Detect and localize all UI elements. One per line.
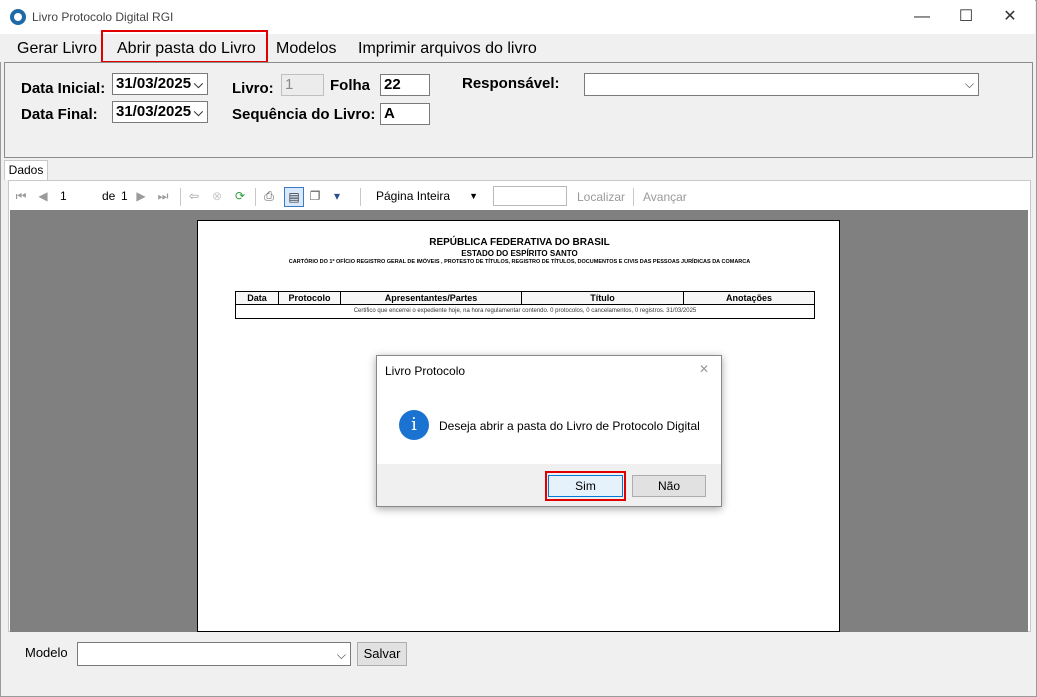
back-icon[interactable]: ⇦: [187, 189, 201, 203]
search-input[interactable]: [493, 186, 567, 206]
livro-label: Livro:: [232, 80, 274, 97]
dialog-title: Livro Protocolo: [385, 364, 466, 378]
page-number-input[interactable]: 1: [60, 189, 67, 203]
page-of-label: de: [102, 189, 116, 203]
next-button[interactable]: Avançar: [643, 190, 687, 204]
menu-gerar-livro[interactable]: Gerar Livro: [17, 38, 97, 60]
maximize-button[interactable]: ☐: [944, 4, 988, 30]
folha-field[interactable]: 22: [380, 74, 430, 96]
close-button[interactable]: ✕: [988, 4, 1032, 30]
yes-button[interactable]: Sim: [548, 475, 623, 497]
chevron-down-icon: ⌵: [336, 648, 346, 662]
report-table: Data Protocolo Apresentantes/Partes Títu…: [235, 291, 815, 319]
data-final-label: Data Final:: [21, 106, 98, 123]
folha-label: Folha: [330, 77, 370, 94]
certification-row: Certifico que encerrei o expediente hoje…: [353, 308, 697, 314]
page-setup-icon[interactable]: ❐: [308, 189, 322, 203]
zoom-value: Página Inteira: [376, 189, 451, 203]
table-header: Apresentantes/Partes: [341, 292, 522, 305]
first-page-icon[interactable]: ⏮: [14, 189, 28, 203]
table-header: Data: [236, 292, 279, 305]
data-inicial-label: Data Inicial:: [21, 80, 106, 97]
chevron-down-icon: ▼: [469, 191, 478, 201]
sequencia-field[interactable]: A: [380, 103, 430, 125]
toolbar-separator: [360, 188, 361, 206]
report-title: REPÚBLICA FEDERATIVA DO BRASIL: [429, 237, 610, 248]
table-header: Anotações: [684, 292, 814, 305]
stop-icon[interactable]: ⊗: [210, 189, 224, 203]
data-final-picker[interactable]: 31/03/2025 ⌵: [112, 101, 208, 123]
modelo-label: Modelo: [25, 645, 68, 660]
toolbar-separator: [255, 188, 256, 206]
data-final-value: 31/03/2025: [116, 103, 192, 120]
toolbar-separator: [633, 188, 634, 206]
report-state: ESTADO DO ESPÍRITO SANTO: [461, 249, 578, 258]
next-page-icon[interactable]: ▶: [134, 189, 148, 203]
responsavel-label: Responsável:: [462, 75, 560, 92]
dialog-message: Deseja abrir a pasta do Livro de Protoco…: [439, 419, 700, 433]
chevron-down-icon: ⌵: [964, 77, 974, 91]
data-inicial-picker[interactable]: 31/03/2025 ⌵: [112, 73, 208, 95]
last-page-icon[interactable]: ⏭: [156, 189, 170, 203]
highlight-box: [101, 30, 268, 63]
chevron-down-icon: ⌵: [193, 105, 203, 119]
prev-page-icon[interactable]: ◀: [36, 189, 50, 203]
sequencia-label: Sequência do Livro:: [232, 106, 376, 123]
chevron-down-icon: ⌵: [193, 77, 203, 91]
app-logo-icon: [10, 9, 26, 25]
report-office: CARTÓRIO DO 1º OFÍCIO REGISTRO GERAL DE …: [288, 259, 751, 265]
zoom-select[interactable]: Página Inteira ▼: [370, 186, 482, 206]
minimize-button[interactable]: —: [900, 4, 944, 30]
responsavel-select[interactable]: ⌵: [584, 73, 979, 96]
info-icon: i: [399, 410, 429, 440]
find-button[interactable]: Localizar: [577, 190, 625, 204]
dialog-close-icon[interactable]: ✕: [699, 362, 709, 376]
save-button[interactable]: Salvar: [357, 642, 407, 666]
menu-modelos[interactable]: Modelos: [276, 38, 336, 60]
total-pages: 1: [121, 189, 128, 203]
modelo-select[interactable]: ⌵: [77, 642, 351, 666]
print-layout-icon[interactable]: ▤: [284, 187, 304, 207]
menu-imprimir-arquivos[interactable]: Imprimir arquivos do livro: [358, 38, 537, 60]
no-button[interactable]: Não: [632, 475, 706, 497]
tab-dados[interactable]: Dados: [4, 160, 48, 180]
toolbar-separator: [180, 188, 181, 206]
table-header: Protocolo: [279, 292, 341, 305]
confirm-dialog: Livro Protocolo ✕ i Deseja abrir a pasta…: [376, 355, 722, 507]
export-icon[interactable]: ▾: [330, 189, 344, 203]
data-inicial-value: 31/03/2025: [116, 75, 192, 92]
table-header: Título: [522, 292, 684, 305]
livro-field: 1: [281, 74, 324, 96]
refresh-icon[interactable]: ⟳: [233, 189, 247, 203]
print-icon[interactable]: ⎙: [262, 189, 276, 203]
window-title: Livro Protocolo Digital RGI: [32, 10, 174, 24]
